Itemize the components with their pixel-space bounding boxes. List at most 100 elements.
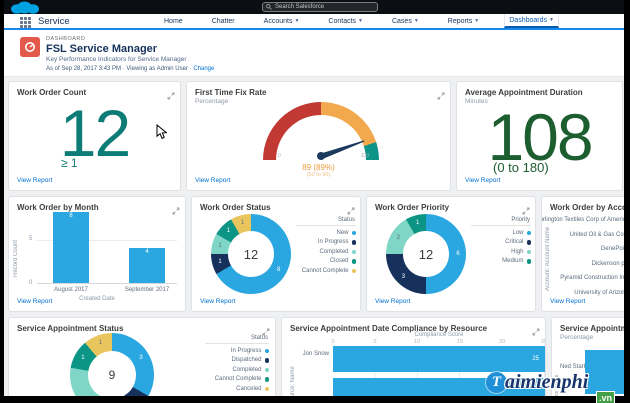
slice-value-label: 6	[456, 251, 460, 257]
legend-item[interactable]: Dispatched	[205, 356, 269, 366]
tab-reports[interactable]: Reports ▼	[444, 14, 483, 28]
card-title: Work Order Priority	[375, 203, 450, 212]
account-category-labels: Burlington Textiles Corp of America Unit…	[542, 213, 629, 300]
dashboard-icon	[20, 37, 40, 57]
legend-item[interactable]: In Progress	[205, 346, 269, 356]
legend-dot	[264, 367, 269, 372]
category-label: GenePoint	[600, 246, 629, 253]
slice-value-label: 1	[81, 355, 85, 362]
tab-contacts[interactable]: Contacts ▼	[324, 14, 367, 28]
legend-item[interactable]: Low	[471, 228, 531, 238]
y-axis-label: Account: Account Name	[545, 226, 551, 291]
chevron-down-icon: ▼	[358, 18, 363, 24]
gauge-min-label: 0	[278, 153, 281, 159]
watermark: T aimienphi .vn	[486, 368, 630, 403]
bar-value-label: 4	[145, 248, 149, 255]
view-report-link[interactable]: View Report	[17, 298, 52, 305]
slice-value-label: 1	[218, 259, 222, 266]
slice-value-label: 1	[218, 242, 222, 249]
legend-dot	[526, 230, 531, 235]
view-report-link[interactable]: View Report	[200, 298, 235, 305]
search-icon	[266, 4, 272, 10]
view-report-link[interactable]: View Report	[195, 177, 230, 184]
frame-right	[624, 0, 630, 403]
watermark-suffix: .vn	[596, 391, 616, 403]
legend-item[interactable]: Critical	[471, 238, 531, 248]
legend-item[interactable]: Completed	[205, 365, 269, 375]
x-category-label: August 2017	[54, 287, 88, 293]
donut-chart[interactable]: 12 81111	[211, 214, 291, 294]
nav-tabs: Home Chatter Accounts ▼ Contacts ▼ Cases ▼ …	[160, 14, 559, 28]
gauge-hub	[317, 152, 325, 160]
global-search-input[interactable]: Search Salesforce	[262, 2, 378, 12]
view-report-link[interactable]: View Report	[17, 177, 52, 184]
card-title: First Time Fix Rate	[195, 88, 267, 97]
slice-value-label: 1	[416, 220, 420, 227]
brand-accent-line	[0, 28, 630, 30]
card-service-appointment-status: Service Appointment Status 9 31311 Statu…	[8, 317, 276, 403]
tab-accounts[interactable]: Accounts ▼	[260, 14, 304, 28]
legend-item[interactable]: Canceled	[205, 384, 269, 394]
app-launcher-icon[interactable]	[20, 17, 31, 28]
legend-item[interactable]: Completed	[296, 247, 356, 257]
metric-value: 12	[59, 96, 131, 170]
card-first-time-fix-rate: First Time Fix Rate Percentage 0 100 89 …	[186, 81, 451, 191]
card-work-order-status: Work Order Status 12 81111 Status New In…	[191, 196, 361, 312]
change-link[interactable]: Change	[193, 66, 214, 72]
legend-dot	[526, 240, 531, 245]
legend-dot	[264, 386, 269, 391]
legend-title: Status	[205, 335, 269, 344]
legend-dot	[351, 249, 356, 254]
chevron-down-icon: ▼	[294, 18, 300, 24]
chevron-down-icon: ▼	[413, 18, 419, 24]
mouse-cursor	[156, 124, 167, 140]
metric-range: (0 to 180)	[493, 160, 549, 175]
legend-title: Priority	[471, 217, 531, 226]
legend-item[interactable]: New	[296, 228, 356, 238]
tab-chatter[interactable]: Chatter	[208, 14, 239, 28]
legend-item[interactable]: Medium	[471, 257, 531, 267]
card-subtitle: Percentage	[195, 98, 229, 105]
legend-item[interactable]: Cannot Complete	[296, 266, 356, 276]
legend-item[interactable]: High	[471, 247, 531, 257]
legend-item[interactable]: In Progress	[296, 238, 356, 248]
slice-value-label: 1	[98, 340, 103, 347]
tab-home[interactable]: Home	[160, 14, 187, 28]
view-report-link[interactable]: View Report	[375, 298, 410, 305]
bar-august-2017[interactable]: 8	[53, 212, 89, 283]
slice-value-label: 1	[226, 228, 231, 235]
card-title: Work Order by Month	[17, 203, 99, 212]
donut-chart[interactable]: 9 31311	[70, 333, 154, 403]
donut-hole: 9	[88, 351, 136, 399]
bar-september-2017[interactable]: 4	[129, 247, 165, 283]
gauge-value-label: 89 (89%)	[302, 163, 335, 172]
legend-item[interactable]: Cannot Complete	[205, 375, 269, 385]
donut-total: 12	[418, 246, 434, 262]
donut-chart[interactable]: 12 6 3 2 1	[386, 214, 466, 294]
chart-legend: Priority Low Critical High Medium	[471, 217, 531, 266]
search-placeholder: Search Salesforce	[275, 4, 325, 10]
view-report-link[interactable]: View Report	[465, 177, 500, 184]
bar-chart: 8 4	[37, 212, 177, 284]
expand-icon[interactable]	[437, 87, 445, 105]
view-report-link[interactable]: View Report	[550, 298, 585, 305]
x-tick: 20	[498, 339, 506, 345]
legend-item[interactable]: Closed	[296, 257, 356, 267]
watermark-logo-icon: T	[486, 372, 507, 393]
global-header: Search Salesforce	[0, 0, 630, 14]
legend-dot	[351, 259, 356, 264]
slice-value-label: 1	[241, 220, 245, 227]
legend-dot	[351, 240, 356, 245]
resource-label: Jon Snow	[302, 351, 329, 357]
donut-hole: 12	[228, 231, 274, 277]
slice-value-label: 2	[396, 235, 400, 241]
watermark-text: aimienphi	[505, 371, 589, 393]
chart-legend: Status In Progress Dispatched Completed …	[205, 335, 269, 394]
tab-dashboards[interactable]: Dashboards ▼	[504, 14, 559, 28]
tab-cases[interactable]: Cases ▼	[388, 14, 423, 28]
card-title: Work Order Status	[200, 203, 271, 212]
gauge-chart: 0 100	[263, 102, 379, 160]
metric-filter: ≥ 1	[61, 156, 78, 170]
card-work-order-by-account: Work Order by Account Account: Account N…	[541, 196, 630, 312]
donut-total: 12	[243, 246, 259, 262]
